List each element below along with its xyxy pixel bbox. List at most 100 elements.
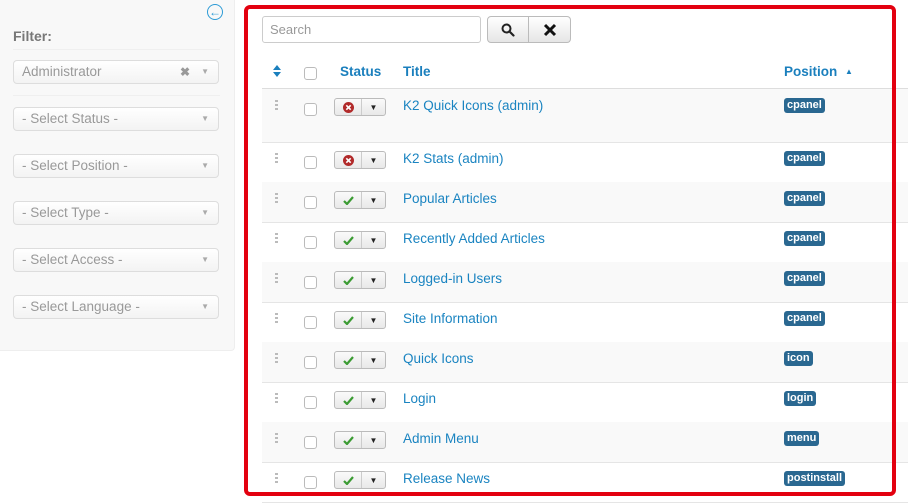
drag-handle-icon[interactable] bbox=[275, 473, 278, 484]
status-toggle-button[interactable] bbox=[335, 232, 362, 248]
unpublished-icon bbox=[342, 154, 354, 166]
search-icon bbox=[501, 23, 515, 37]
status-toggle-button[interactable] bbox=[335, 472, 362, 488]
title-column-header[interactable]: Title bbox=[403, 64, 431, 79]
module-title-link[interactable]: Login bbox=[403, 391, 436, 406]
check-icon bbox=[342, 315, 354, 325]
position-badge: icon bbox=[784, 351, 813, 366]
status-toggle-button[interactable] bbox=[335, 152, 362, 168]
module-title-link[interactable]: Release News bbox=[403, 471, 490, 486]
status-toggle-button[interactable] bbox=[335, 272, 362, 288]
arrow-left-circle-icon[interactable]: ← bbox=[207, 4, 223, 20]
drag-handle-icon[interactable] bbox=[275, 353, 278, 364]
search-input[interactable] bbox=[262, 16, 481, 43]
module-title-link[interactable]: Site Information bbox=[403, 311, 498, 326]
check-icon bbox=[342, 475, 354, 485]
row-checkbox[interactable] bbox=[304, 236, 317, 249]
position-badge: cpanel bbox=[784, 271, 825, 286]
search-button[interactable] bbox=[487, 16, 529, 43]
module-title-link[interactable]: K2 Quick Icons (admin) bbox=[403, 98, 543, 113]
caret-down-icon: ▼ bbox=[369, 155, 378, 165]
row-checkbox[interactable] bbox=[304, 196, 317, 209]
status-toggle-group: ▼ bbox=[334, 271, 386, 289]
drag-handle-icon[interactable] bbox=[275, 393, 278, 404]
chevron-down-icon: ▼ bbox=[201, 208, 209, 217]
access-filter-select[interactable]: - Select Access - ▼ bbox=[13, 248, 219, 272]
select-value: - Select Status - bbox=[22, 111, 119, 126]
row-checkbox[interactable] bbox=[304, 476, 317, 489]
status-toggle-button[interactable] bbox=[335, 352, 362, 368]
drag-handle-icon[interactable] bbox=[275, 273, 278, 284]
sort-icon[interactable] bbox=[273, 65, 281, 77]
select-all-checkbox[interactable] bbox=[304, 67, 317, 80]
chevron-down-icon: ▼ bbox=[201, 67, 209, 76]
drag-handle-icon[interactable] bbox=[275, 313, 278, 324]
module-title-link[interactable]: Logged-in Users bbox=[403, 271, 502, 286]
status-toggle-button[interactable] bbox=[335, 192, 362, 208]
module-title-link[interactable]: Admin Menu bbox=[403, 431, 479, 446]
actions-dropdown-button[interactable]: ▼ bbox=[362, 432, 385, 448]
clear-search-button[interactable] bbox=[529, 16, 571, 43]
row-checkbox[interactable] bbox=[304, 396, 317, 409]
drag-handle-icon[interactable] bbox=[275, 193, 278, 204]
actions-dropdown-button[interactable]: ▼ bbox=[362, 312, 385, 328]
position-badge: postinstall bbox=[784, 471, 846, 486]
status-toggle-button[interactable] bbox=[335, 312, 362, 328]
position-filter-select[interactable]: - Select Position - ▼ bbox=[13, 154, 219, 178]
status-toggle-group: ▼ bbox=[334, 151, 386, 169]
row-checkbox[interactable] bbox=[304, 103, 317, 116]
table-row: ▼ Site Information cpanel bbox=[262, 302, 908, 343]
caret-down-icon: ▼ bbox=[369, 435, 378, 445]
select-value: - Select Access - bbox=[22, 252, 123, 267]
caret-down-icon: ▼ bbox=[369, 355, 378, 365]
drag-handle-icon[interactable] bbox=[275, 433, 278, 444]
status-toggle-group: ▼ bbox=[334, 98, 386, 116]
actions-dropdown-button[interactable]: ▼ bbox=[362, 272, 385, 288]
filter-sidebar: ← Filter: Administrator ✖ ▼ - Select Sta… bbox=[0, 0, 235, 351]
language-filter-select[interactable]: - Select Language - ▼ bbox=[13, 295, 219, 319]
actions-dropdown-button[interactable]: ▼ bbox=[362, 472, 385, 488]
position-badge: cpanel bbox=[784, 191, 825, 206]
drag-handle-icon[interactable] bbox=[275, 100, 278, 111]
status-toggle-group: ▼ bbox=[334, 431, 386, 449]
type-filter-select[interactable]: - Select Type - ▼ bbox=[13, 201, 219, 225]
table-row: ▼ Quick Icons icon bbox=[262, 342, 908, 383]
client-filter-select[interactable]: Administrator ✖ ▼ bbox=[13, 60, 219, 84]
position-column-header[interactable]: Position ▲ bbox=[784, 64, 853, 79]
module-title-link[interactable]: Quick Icons bbox=[403, 351, 474, 366]
filter-label: Filter: bbox=[13, 28, 52, 44]
check-icon bbox=[342, 355, 354, 365]
row-checkbox[interactable] bbox=[304, 436, 317, 449]
actions-dropdown-button[interactable]: ▼ bbox=[362, 392, 385, 408]
actions-dropdown-button[interactable]: ▼ bbox=[362, 352, 385, 368]
status-toggle-button[interactable] bbox=[335, 392, 362, 408]
status-toggle-button[interactable] bbox=[335, 99, 362, 115]
drag-handle-icon[interactable] bbox=[275, 153, 278, 164]
row-checkbox[interactable] bbox=[304, 156, 317, 169]
actions-dropdown-button[interactable]: ▼ bbox=[362, 192, 385, 208]
select-value: Administrator bbox=[22, 64, 102, 79]
select-value: - Select Position - bbox=[22, 158, 128, 173]
divider bbox=[13, 95, 220, 96]
position-badge: login bbox=[784, 391, 817, 406]
check-icon bbox=[342, 395, 354, 405]
status-toggle-button[interactable] bbox=[335, 432, 362, 448]
caret-down-icon: ▼ bbox=[369, 275, 378, 285]
table-header: Status Title Position ▲ bbox=[262, 58, 908, 89]
drag-handle-icon[interactable] bbox=[275, 233, 278, 244]
row-checkbox[interactable] bbox=[304, 316, 317, 329]
module-title-link[interactable]: Recently Added Articles bbox=[403, 231, 545, 246]
clear-icon[interactable]: ✖ bbox=[180, 61, 190, 83]
status-toggle-group: ▼ bbox=[334, 311, 386, 329]
table-row: ▼ Recently Added Articles cpanel bbox=[262, 222, 908, 263]
status-filter-select[interactable]: - Select Status - ▼ bbox=[13, 107, 219, 131]
module-title-link[interactable]: Popular Articles bbox=[403, 191, 497, 206]
status-column-header[interactable]: Status bbox=[340, 64, 381, 79]
sort-ascending-icon: ▲ bbox=[845, 67, 853, 76]
actions-dropdown-button[interactable]: ▼ bbox=[362, 232, 385, 248]
row-checkbox[interactable] bbox=[304, 356, 317, 369]
actions-dropdown-button[interactable]: ▼ bbox=[362, 99, 385, 115]
row-checkbox[interactable] bbox=[304, 276, 317, 289]
module-title-link[interactable]: K2 Stats (admin) bbox=[403, 151, 504, 166]
actions-dropdown-button[interactable]: ▼ bbox=[362, 152, 385, 168]
